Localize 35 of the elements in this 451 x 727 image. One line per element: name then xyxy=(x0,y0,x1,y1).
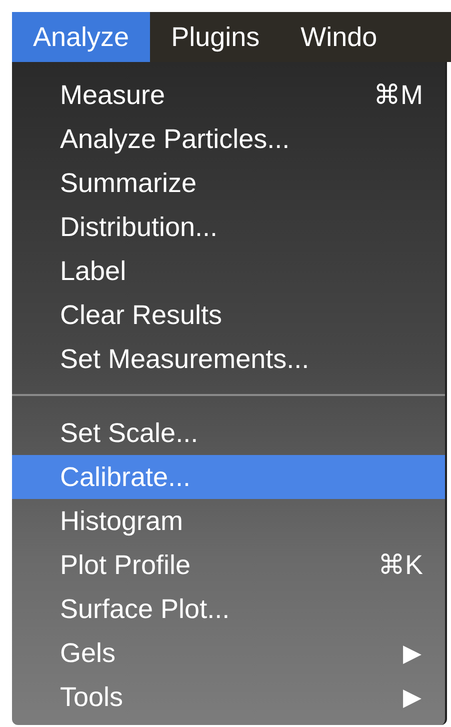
submenu-arrow-icon: ▶ xyxy=(403,638,423,668)
menu-item[interactable]: Analyze Particles... xyxy=(12,117,445,161)
menu-item-label: Set Measurements... xyxy=(60,344,310,374)
menu-bar-item[interactable]: Plugins xyxy=(150,12,280,62)
menu-item[interactable]: Clear Results xyxy=(12,293,445,337)
menu-item[interactable]: Summarize xyxy=(12,161,445,205)
menu-item-label: Measure xyxy=(60,80,166,110)
menu-bar-item[interactable]: Windo xyxy=(280,12,398,62)
menu-item[interactable]: Surface Plot... xyxy=(12,587,445,631)
menu-item-label: Label xyxy=(60,256,128,286)
menu-item-label: Surface Plot... xyxy=(60,594,231,624)
menu-item[interactable]: Histogram xyxy=(12,499,445,543)
menu-item-label: Set Scale... xyxy=(60,418,200,448)
menu-item-label: Distribution... xyxy=(60,212,219,242)
submenu-arrow-icon: ▶ xyxy=(403,682,423,712)
menu-item[interactable]: Gels ▶ xyxy=(12,631,445,675)
menu-item-label: Calibrate... xyxy=(60,462,192,492)
menu-item-label: Clear Results xyxy=(60,300,224,330)
menu-bar-item[interactable]: Analyze xyxy=(12,12,150,62)
menu-item-label: Gels xyxy=(60,638,117,668)
shortcut-label: ⌘M xyxy=(374,79,423,111)
menu-item-label: Summarize xyxy=(60,168,198,198)
shortcut-label: ⌘K xyxy=(378,549,423,581)
menu-item[interactable]: Measure ⌘M xyxy=(12,73,445,117)
menu-item-label: Tools xyxy=(60,682,124,712)
menu-item[interactable]: Set Measurements... xyxy=(12,337,445,381)
menu-item[interactable]: Tools ▶ xyxy=(12,675,445,719)
menu-item[interactable]: Plot Profile ⌘K xyxy=(12,543,445,587)
menu-item-label: Plot Profile xyxy=(60,550,192,580)
menu-item[interactable]: Calibrate... xyxy=(12,455,445,499)
menu-item-label: Analyze Particles... xyxy=(60,124,291,154)
menu-item[interactable]: Set Scale... xyxy=(12,411,445,455)
menu-item[interactable]: Label xyxy=(12,249,445,293)
menu-item[interactable]: Distribution... xyxy=(12,205,445,249)
menu-item-label: Histogram xyxy=(60,506,184,536)
